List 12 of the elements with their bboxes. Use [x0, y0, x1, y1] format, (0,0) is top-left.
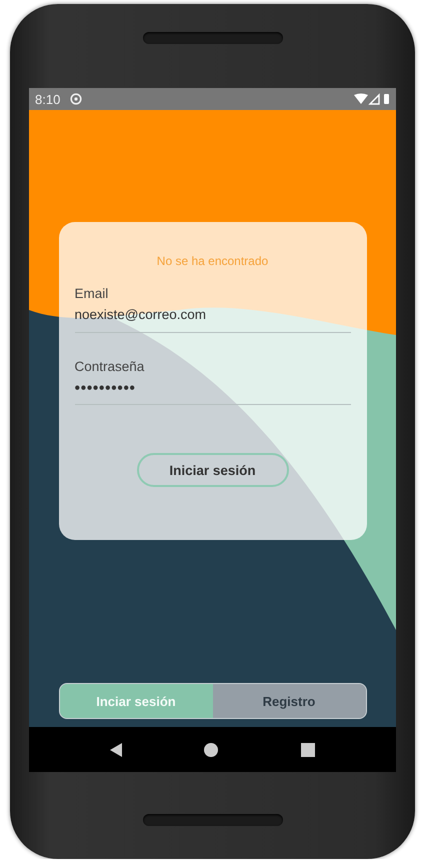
login-button[interactable]: Iniciar sesión	[136, 453, 288, 487]
back-icon[interactable]	[110, 742, 122, 756]
status-time: 8:10	[35, 92, 60, 106]
status-icons	[354, 93, 390, 105]
field-label: Email	[74, 286, 110, 301]
error-message: No se ha encontrado	[156, 254, 268, 268]
home-icon[interactable]	[204, 742, 218, 756]
recents-icon[interactable]	[300, 742, 315, 756]
field-label: Contraseña	[74, 359, 146, 374]
password-field[interactable]: ••••••••••	[74, 380, 350, 405]
notification-icon	[70, 93, 82, 105]
email-field[interactable]: noexiste@correo.com	[74, 307, 350, 333]
